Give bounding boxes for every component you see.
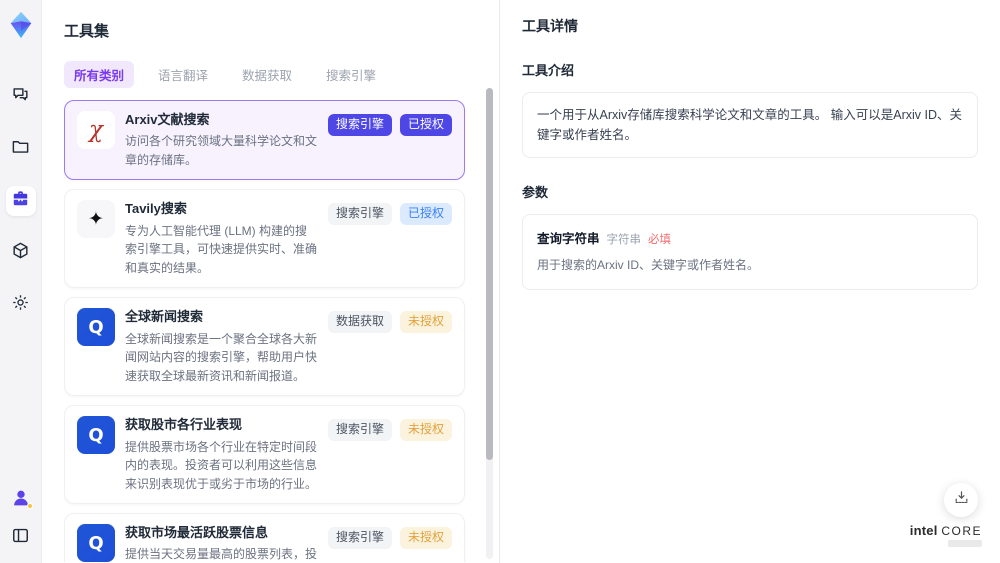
page-title: 工具集 — [64, 23, 110, 40]
tavily-star-icon: ✦ — [77, 200, 115, 239]
stock-sector-icon: Q — [77, 416, 115, 455]
sidebar-item-chat[interactable] — [6, 82, 36, 112]
brand-core: CORE — [941, 524, 982, 538]
tool-intro-text: 一个用于从Arxiv存储库搜索科学论文和文章的工具。 输入可以是Arxiv ID… — [522, 92, 978, 158]
sidebar-item-packages[interactable] — [6, 238, 36, 268]
scrollbar-thumb[interactable] — [486, 88, 493, 461]
tab-search-engine[interactable]: 搜索引擎 — [316, 61, 386, 88]
tool-card-arxiv[interactable]: χ Arxiv文献搜索 访问各个研究领域大量科学论文和文章的存储库。 搜索引擎 … — [64, 100, 465, 181]
brand-intel: intel — [909, 523, 938, 538]
params-heading: 参数 — [522, 185, 549, 200]
sidebar-item-files[interactable] — [6, 134, 36, 164]
tool-name: 获取股市各行业表现 — [125, 417, 243, 433]
sidebar-item-settings[interactable] — [6, 290, 36, 320]
param-type: 字符串 — [606, 234, 642, 246]
auth-status-badge: 未授权 — [399, 527, 452, 549]
download-icon — [953, 489, 970, 511]
app-window: 工具集 所有类别 语言翻译 数据获取 搜索引擎 χ Arxiv文献搜索 访问各个… — [0, 0, 1000, 563]
gear-icon — [11, 293, 30, 317]
app-logo — [10, 11, 31, 39]
rail-nav — [5, 82, 36, 320]
tab-all-categories[interactable]: 所有类别 — [64, 61, 135, 88]
param-required-label: 必填 — [648, 234, 672, 246]
tab-language-translation[interactable]: 语言翻译 — [148, 61, 218, 88]
brand-subtext — [948, 540, 982, 547]
news-search-icon: Q — [77, 308, 115, 347]
tool-name: Tavily搜索 — [125, 201, 187, 217]
detail-title: 工具详情 — [522, 18, 578, 34]
category-badge: 搜索引擎 — [327, 203, 392, 225]
tool-list: χ Arxiv文献搜索 访问各个研究领域大量科学论文和文章的存储库。 搜索引擎 … — [64, 100, 477, 562]
left-rail — [0, 0, 42, 563]
category-badge: 数据获取 — [327, 311, 392, 333]
user-avatar[interactable] — [10, 487, 33, 509]
category-tabs: 所有类别 语言翻译 数据获取 搜索引擎 — [64, 61, 477, 88]
tool-description: 访问各个研究领域大量科学论文和文章的存储库。 — [125, 134, 318, 167]
tool-description: 专为人工智能代理 (LLM) 构建的搜索引擎工具，可快速提供实时、准确和真实的结… — [125, 223, 318, 275]
cube-icon — [11, 241, 30, 265]
sidebar-item-tools[interactable] — [5, 186, 36, 216]
rail-bottom — [6, 487, 36, 553]
tool-name: Arxiv文献搜索 — [125, 112, 210, 127]
tool-name: 获取市场最活跃股票信息 — [125, 525, 269, 541]
folder-icon — [11, 137, 30, 161]
auth-status-badge: 未授权 — [399, 419, 452, 441]
tab-data-fetch[interactable]: 数据获取 — [232, 61, 302, 88]
tool-card-global-news[interactable]: Q 全球新闻搜索 全球新闻搜索是一个聚合全球各大新闻网站内容的搜索引擎，帮助用户… — [64, 297, 465, 397]
tool-card-tavily[interactable]: ✦ Tavily搜索 专为人工智能代理 (LLM) 构建的搜索引擎工具，可快速提… — [64, 189, 465, 289]
toolbox-icon — [11, 189, 30, 213]
tool-list-panel: 工具集 所有类别 语言翻译 数据获取 搜索引擎 χ Arxiv文献搜索 访问各个… — [42, 0, 500, 563]
intro-heading: 工具介绍 — [522, 63, 575, 78]
param-card: 查询字符串 字符串 必填 用于搜索的Arxiv ID、关键字或作者姓名。 — [522, 214, 978, 290]
collapse-panel-icon — [11, 526, 30, 550]
tool-description: 提供当天交易量最高的股票列表，投资者可以利用这些信息来识别流动性强的股票和潜在的… — [125, 547, 318, 562]
intel-core-logo: intel CORE — [910, 523, 982, 547]
tool-card-stock-sector[interactable]: Q 获取股市各行业表现 提供股票市场各个行业在特定时间段内的表现。投资者可以利用… — [64, 405, 465, 505]
collapse-sidebar-button[interactable] — [6, 523, 36, 553]
auth-status-badge: 已授权 — [399, 114, 452, 136]
tool-name: 全球新闻搜索 — [125, 309, 204, 325]
category-badge: 搜索引擎 — [327, 419, 392, 441]
chat-icon — [11, 85, 30, 109]
list-scrollbar[interactable] — [486, 88, 493, 559]
auth-status-badge: 已授权 — [399, 203, 452, 225]
tool-description: 全球新闻搜索是一个聚合全球各大新闻网站内容的搜索引擎，帮助用户快速获取全球最新资… — [125, 331, 318, 383]
active-stock-icon: Q — [77, 524, 115, 562]
auth-status-badge: 未授权 — [399, 311, 452, 333]
status-dot — [26, 503, 33, 509]
param-description: 用于搜索的Arxiv ID、关键字或作者姓名。 — [537, 258, 760, 272]
arxiv-icon: χ — [77, 111, 115, 149]
download-button[interactable] — [944, 483, 978, 517]
tool-detail-panel: 工具详情 工具介绍 一个用于从Arxiv存储库搜索科学论文和文章的工具。 输入可… — [500, 0, 1000, 563]
category-badge: 搜索引擎 — [327, 527, 392, 549]
param-name: 查询字符串 — [537, 232, 600, 246]
tool-card-active-stocks[interactable]: Q 获取市场最活跃股票信息 提供当天交易量最高的股票列表，投资者可以利用这些信息… — [64, 513, 465, 562]
tool-description: 提供股票市场各个行业在特定时间段内的表现。投资者可以利用这些信息来识别表现优于或… — [125, 439, 318, 491]
category-badge: 搜索引擎 — [327, 114, 392, 136]
